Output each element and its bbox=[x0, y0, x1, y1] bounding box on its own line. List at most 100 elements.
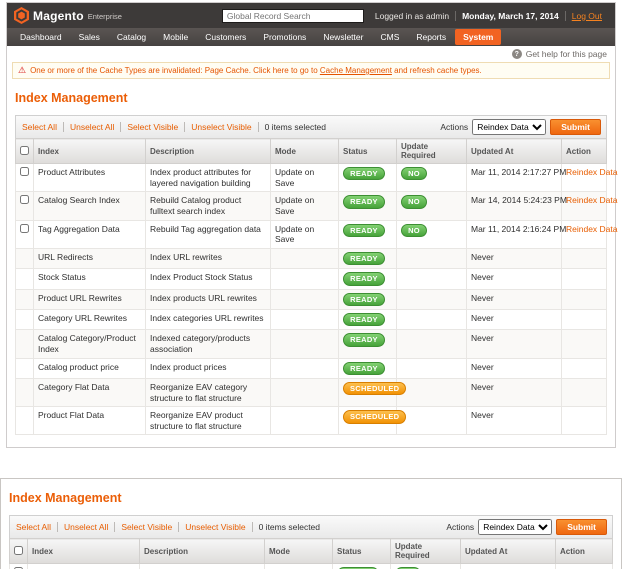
index-management-panel-1: Index Management Select All Unselect All… bbox=[7, 79, 618, 447]
nav-item-catalog[interactable]: Catalog bbox=[109, 29, 154, 45]
update-required-badge: NO bbox=[401, 223, 427, 237]
update-required-cell: NO bbox=[396, 191, 467, 221]
grid-header-row: Index Description Mode Status Update Require… bbox=[9, 538, 613, 565]
index-row-catalog-category-product-index[interactable]: Catalog Category/Product Index Indexed ca… bbox=[15, 329, 607, 359]
status-cell: READY bbox=[338, 357, 397, 379]
index-row-product-attributes[interactable]: Product AttributesIndex product attribut… bbox=[9, 563, 613, 569]
status-badge: READY bbox=[343, 292, 385, 306]
index-row-category-flat-data[interactable]: Category Flat Data Reorganize EAV categor… bbox=[15, 377, 607, 408]
index-mode-cell: Update on Save bbox=[270, 162, 339, 193]
updated-at-cell: Never bbox=[466, 308, 562, 331]
index-mode-cell bbox=[270, 357, 339, 379]
header-checkbox-cell bbox=[15, 138, 34, 164]
nav-item-newsletter[interactable]: Newsletter bbox=[315, 29, 371, 45]
index-row-url-redirects[interactable]: URL Redirects Index URL rewrites READY Neve… bbox=[15, 247, 607, 270]
magento-logo[interactable]: Magento Enterprise bbox=[14, 7, 122, 24]
massaction-area: Actions Reindex Data Submit bbox=[446, 519, 607, 536]
update-required-cell: NO bbox=[390, 563, 461, 569]
actions-select[interactable]: Reindex Data bbox=[472, 119, 547, 135]
select-visible-link[interactable]: Select Visible bbox=[120, 122, 184, 132]
column-header-mode[interactable]: Mode bbox=[264, 538, 333, 565]
select-visible-link[interactable]: Select Visible bbox=[114, 522, 178, 533]
nav-item-system[interactable]: System bbox=[455, 29, 502, 45]
index-name-cell: Stock Status bbox=[33, 268, 146, 290]
select-all-link[interactable]: Select All bbox=[21, 122, 63, 132]
row-checkbox-cell bbox=[15, 377, 34, 408]
unselect-all-link[interactable]: Unselect All bbox=[56, 522, 114, 533]
select-all-link[interactable]: Select All bbox=[15, 522, 57, 532]
column-header-action[interactable]: Action bbox=[555, 538, 613, 565]
index-name-cell: Product Flat Data bbox=[33, 406, 146, 436]
index-row-stock-status[interactable]: Stock Status Index Product Stock Status RE… bbox=[15, 268, 607, 290]
index-row-catalog-search-index[interactable]: Catalog Search Index Rebuild Catalog prod… bbox=[15, 191, 618, 221]
status-badge: READY bbox=[343, 312, 385, 327]
notice-text-1: One or more of the Cache Types are inval… bbox=[30, 66, 318, 75]
updated-at-cell: Mar 9, 2014 6:36:55 AM bbox=[460, 563, 556, 569]
column-header-update-required[interactable]: Update Required bbox=[390, 538, 461, 565]
column-header-status[interactable]: Status bbox=[338, 138, 397, 164]
actions-select[interactable]: Reindex Data bbox=[478, 519, 553, 536]
updated-at-cell: Never bbox=[466, 288, 562, 310]
column-header-status[interactable]: Status bbox=[332, 538, 391, 565]
column-header-updated-at[interactable]: Updated At bbox=[460, 538, 556, 565]
submit-button[interactable]: Submit bbox=[550, 119, 601, 135]
row-checkbox-cell[interactable] bbox=[15, 219, 34, 249]
reindex-data-link[interactable]: Reindex Data bbox=[566, 224, 618, 234]
nav-item-reports[interactable]: Reports bbox=[408, 29, 454, 45]
row-checkbox-cell[interactable] bbox=[9, 563, 28, 569]
index-row-catalog-product-price[interactable]: Catalog product price Index product price… bbox=[15, 357, 607, 379]
index-description-cell: Indexed category/products association bbox=[145, 329, 271, 359]
select-all-checkbox[interactable] bbox=[14, 545, 23, 555]
logout-link[interactable]: Log Out bbox=[564, 10, 608, 21]
reindex-data-link[interactable]: Reindex Data bbox=[566, 195, 618, 205]
nav-item-mobile[interactable]: Mobile bbox=[155, 29, 196, 45]
row-checkbox-cell[interactable] bbox=[15, 191, 34, 221]
row-checkbox-cell bbox=[15, 406, 34, 436]
index-mode-cell: Update on Save bbox=[264, 563, 333, 569]
index-name-cell: Category URL Rewrites bbox=[33, 308, 146, 331]
nav-item-dashboard[interactable]: Dashboard bbox=[12, 29, 70, 45]
column-header-update-required[interactable]: Update Required bbox=[396, 138, 467, 164]
index-name-cell: Tag Aggregation Data bbox=[33, 219, 146, 249]
row-checkbox-cell[interactable] bbox=[15, 162, 34, 193]
index-management-panel-2: Index Management Select All Unselect All… bbox=[0, 478, 622, 569]
column-header-description[interactable]: Description bbox=[145, 138, 271, 164]
update-required-cell bbox=[396, 329, 467, 359]
help-link[interactable]: Get help for this page bbox=[526, 49, 607, 59]
grid-toolbar: Select All Unselect All Select Visible U… bbox=[15, 115, 607, 138]
submit-button[interactable]: Submit bbox=[556, 519, 607, 536]
index-row-product-url-rewrites[interactable]: Product URL Rewrites Index products URL r… bbox=[15, 288, 607, 310]
brand-name: Magento bbox=[33, 8, 84, 23]
nav-item-customers[interactable]: Customers bbox=[197, 29, 254, 45]
global-search-input[interactable] bbox=[221, 8, 364, 23]
admin-window: Magento Enterprise Logged in as admin Mo… bbox=[6, 2, 618, 449]
nav-item-sales[interactable]: Sales bbox=[71, 29, 108, 45]
row-checkbox[interactable] bbox=[20, 223, 29, 233]
action-cell bbox=[561, 268, 607, 290]
column-header-index[interactable]: Index bbox=[33, 138, 146, 164]
column-header-index[interactable]: Index bbox=[27, 538, 140, 565]
index-row-tag-aggregation-data[interactable]: Tag Aggregation Data Rebuild Tag aggregat… bbox=[15, 219, 618, 249]
index-row-category-url-rewrites[interactable]: Category URL Rewrites Index categories UR… bbox=[15, 308, 607, 331]
index-name-cell: Product Attributes bbox=[33, 162, 146, 193]
reindex-data-link[interactable]: Reindex Data bbox=[566, 167, 618, 177]
unselect-visible-link[interactable]: Unselect Visible bbox=[184, 122, 257, 132]
unselect-visible-link[interactable]: Unselect Visible bbox=[178, 522, 251, 533]
status-badge: READY bbox=[343, 223, 385, 237]
row-checkbox[interactable] bbox=[20, 167, 29, 176]
row-checkbox-cell bbox=[15, 268, 34, 290]
cache-management-link[interactable]: Cache Management bbox=[320, 66, 392, 75]
row-checkbox[interactable] bbox=[20, 195, 29, 205]
select-all-checkbox[interactable] bbox=[20, 145, 29, 155]
nav-item-promotions[interactable]: Promotions bbox=[255, 29, 314, 45]
warning-icon: ⚠ bbox=[18, 65, 27, 75]
unselect-all-link[interactable]: Unselect All bbox=[62, 122, 120, 132]
index-row-product-attributes[interactable]: Product AttributesIndex product attribut… bbox=[15, 162, 618, 193]
column-header-description[interactable]: Description bbox=[139, 538, 265, 565]
logged-in-text: Logged in as admin bbox=[374, 10, 450, 21]
column-header-mode[interactable]: Mode bbox=[270, 138, 339, 164]
column-header-updated-at[interactable]: Updated At bbox=[466, 138, 562, 164]
nav-item-cms[interactable]: CMS bbox=[372, 29, 407, 45]
index-row-product-flat-data[interactable]: Product Flat Data Reorganize EAV product … bbox=[15, 406, 607, 436]
column-header-action[interactable]: Action bbox=[561, 138, 607, 164]
